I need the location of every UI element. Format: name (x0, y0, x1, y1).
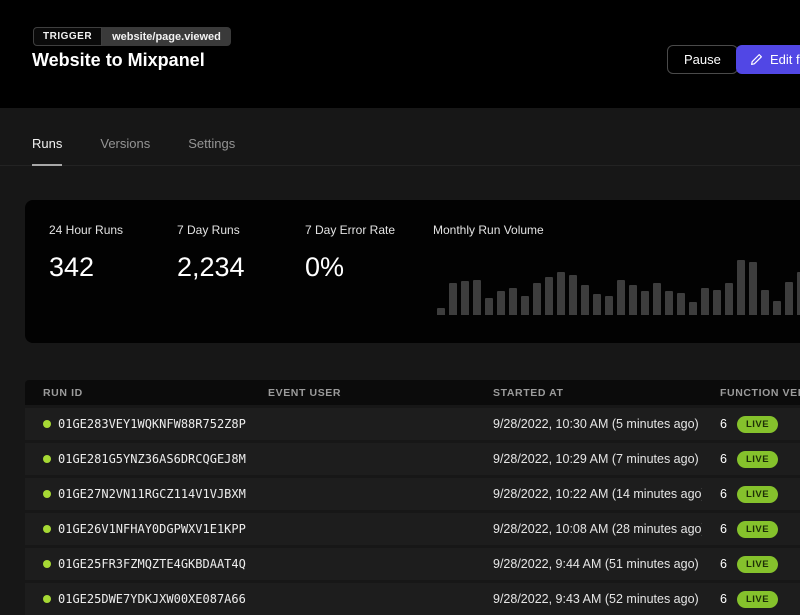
chart-bar (509, 288, 517, 315)
chart-bar (725, 283, 733, 315)
stat-value: 0% (305, 252, 344, 283)
chart-bar (581, 285, 589, 315)
run-id: 01GE283VEY1WQKNFW88R752Z8P (58, 417, 246, 431)
function-version: 6 (720, 417, 727, 431)
function-version: 6 (720, 592, 727, 606)
chart-bar (449, 283, 457, 315)
live-badge: LIVE (737, 451, 778, 468)
live-badge: LIVE (737, 556, 778, 573)
header-cell-function-version: FUNCTION VERSION (702, 387, 800, 399)
trigger-badge-group: TRIGGER website/page.viewed (33, 27, 231, 46)
live-badge: LIVE (737, 486, 778, 503)
chart-bar (653, 283, 661, 315)
trigger-badge: TRIGGER (33, 27, 102, 46)
header-cell-run-id: RUN ID (25, 387, 250, 399)
run-status-dot (43, 560, 51, 568)
stats-card: 24 Hour Runs 342 7 Day Runs 2,234 7 Day … (25, 200, 800, 343)
stat-label: 7 Day Error Rate (305, 223, 395, 237)
tab-settings[interactable]: Settings (188, 136, 235, 166)
chart-bar (437, 308, 445, 315)
trigger-event-badge[interactable]: website/page.viewed (102, 27, 231, 46)
run-volume-chart: Monthly Run Volume (433, 200, 800, 343)
stat-label: 7 Day Runs (177, 223, 240, 237)
chart-title: Monthly Run Volume (433, 223, 544, 237)
function-version: 6 (720, 557, 727, 571)
run-id: 01GE27N2VN11RGCZ114V1VJBXM (58, 487, 246, 501)
chart-bar (461, 281, 469, 315)
started-at: 9/28/2022, 10:30 AM (5 minutes ago) (475, 417, 702, 431)
chart-bar (545, 277, 553, 315)
stat-value: 342 (49, 252, 94, 283)
chart-bar (593, 294, 601, 315)
chart-bar (761, 290, 769, 315)
table-row[interactable]: 01GE26V1NFHAY0DGPWXV1E1KPP 9/28/2022, 10… (25, 513, 800, 545)
table-header-row: RUN ID EVENT USER STARTED AT FUNCTION VE… (25, 380, 800, 405)
tab-runs[interactable]: Runs (32, 136, 62, 166)
table-row[interactable]: 01GE283VEY1WQKNFW88R752Z8P 9/28/2022, 10… (25, 408, 800, 440)
chart-bar (701, 288, 709, 315)
stat-label: 24 Hour Runs (49, 223, 123, 237)
chart-bar (497, 291, 505, 315)
chart-bar (737, 260, 745, 315)
page-title: Website to Mixpanel (32, 50, 205, 71)
pause-button[interactable]: Pause (667, 45, 738, 74)
chart-bar (605, 296, 613, 315)
header-cell-event-user: EVENT USER (250, 387, 475, 399)
started-at: 9/28/2022, 10:22 AM (14 minutes ago) (475, 487, 702, 501)
run-id: 01GE25DWE7YDKJXW00XE087A66 (58, 592, 246, 606)
function-version: 6 (720, 487, 727, 501)
header-cell-started-at: STARTED AT (475, 387, 702, 399)
chart-bar (629, 285, 637, 315)
run-status-dot (43, 595, 51, 603)
run-status-dot (43, 420, 51, 428)
runs-table: RUN ID EVENT USER STARTED AT FUNCTION VE… (25, 380, 800, 615)
chart-bar (713, 290, 721, 315)
app-header: TRIGGER website/page.viewed Website to M… (0, 0, 800, 108)
started-at: 9/28/2022, 9:44 AM (51 minutes ago) (475, 557, 702, 571)
chart-bar (689, 302, 697, 315)
chart-bar (773, 301, 781, 315)
run-id: 01GE25FR3FZMQZTE4GKBDAAT4Q (58, 557, 246, 571)
pencil-icon (750, 53, 763, 66)
table-row[interactable]: 01GE25FR3FZMQZTE4GKBDAAT4Q 9/28/2022, 9:… (25, 548, 800, 580)
run-id: 01GE281G5YNZ36AS6DRCQGEJ8M (58, 452, 246, 466)
function-version: 6 (720, 452, 727, 466)
table-row[interactable]: 01GE27N2VN11RGCZ114V1VJBXM 9/28/2022, 10… (25, 478, 800, 510)
chart-bar (665, 291, 673, 315)
run-id: 01GE26V1NFHAY0DGPWXV1E1KPP (58, 522, 246, 536)
chart-bar (557, 272, 565, 315)
chart-bar (473, 280, 481, 315)
started-at: 9/28/2022, 10:29 AM (7 minutes ago) (475, 452, 702, 466)
tab-versions[interactable]: Versions (100, 136, 150, 166)
chart-bar (785, 282, 793, 315)
chart-bars (437, 260, 800, 315)
chart-bar (521, 296, 529, 315)
table-row[interactable]: 01GE281G5YNZ36AS6DRCQGEJ8M 9/28/2022, 10… (25, 443, 800, 475)
chart-bar (617, 280, 625, 315)
run-status-dot (43, 455, 51, 463)
run-status-dot (43, 490, 51, 498)
started-at: 9/28/2022, 9:43 AM (52 minutes ago) (475, 592, 702, 606)
chart-bar (485, 298, 493, 315)
run-status-dot (43, 525, 51, 533)
live-badge: LIVE (737, 591, 778, 608)
edit-function-button[interactable]: Edit function (736, 45, 800, 74)
chart-bar (533, 283, 541, 315)
tab-bar: Runs Versions Settings (0, 108, 800, 166)
chart-bar (749, 262, 757, 315)
started-at: 9/28/2022, 10:08 AM (28 minutes ago) (475, 522, 702, 536)
edit-function-label: Edit function (770, 52, 800, 67)
chart-bar (677, 293, 685, 315)
live-badge: LIVE (737, 416, 778, 433)
table-row[interactable]: 01GE25DWE7YDKJXW00XE087A66 9/28/2022, 9:… (25, 583, 800, 615)
chart-bar (641, 291, 649, 315)
live-badge: LIVE (737, 521, 778, 538)
stat-value: 2,234 (177, 252, 245, 283)
chart-bar (569, 275, 577, 315)
function-version: 6 (720, 522, 727, 536)
